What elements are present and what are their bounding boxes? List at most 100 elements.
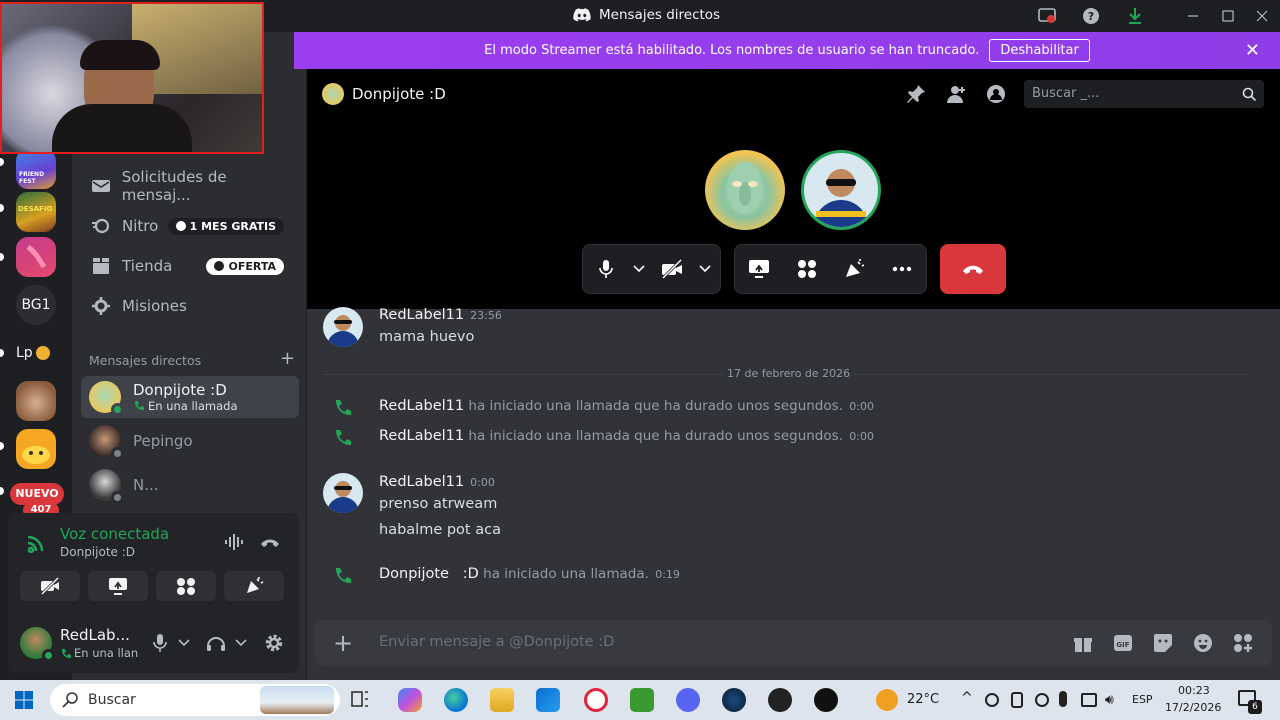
soundboard-wave-icon[interactable] xyxy=(224,533,244,551)
screen-share-button[interactable] xyxy=(88,571,148,601)
gif-icon[interactable]: GIF xyxy=(1112,632,1134,654)
tray-mic-icon[interactable] xyxy=(1059,691,1067,707)
soundboard-button[interactable] xyxy=(831,245,879,293)
settings-gear-icon[interactable] xyxy=(264,633,284,653)
discord-taskbar-icon[interactable] xyxy=(676,688,700,712)
message-avatar[interactable] xyxy=(323,473,363,513)
dm-item-pepingo[interactable]: Pepingo xyxy=(81,420,299,462)
message-avatar[interactable] xyxy=(323,307,363,347)
message-author-name[interactable]: RedLabel11 xyxy=(379,474,464,490)
server-bg1[interactable]: BG1 xyxy=(16,285,56,325)
tray-monitor-icon[interactable] xyxy=(1081,693,1097,707)
weather-moon-icon[interactable] xyxy=(876,689,898,711)
sticker-icon[interactable] xyxy=(1152,632,1174,654)
screen-record-icon[interactable] xyxy=(1037,6,1057,26)
close-window-icon[interactable] xyxy=(1252,6,1272,26)
add-dm-icon[interactable]: + xyxy=(280,350,295,368)
server-friend-fest[interactable]: FRIEND FEST xyxy=(16,149,56,189)
pin-icon[interactable] xyxy=(905,83,927,105)
chevron-down-icon[interactable] xyxy=(178,639,190,647)
outlook-icon[interactable] xyxy=(536,688,560,712)
task-view-icon[interactable] xyxy=(349,688,373,712)
camera-toggle-button[interactable] xyxy=(20,571,80,601)
gift-icon[interactable] xyxy=(1072,632,1094,654)
tray-network-icon[interactable] xyxy=(1035,693,1049,707)
steam-icon[interactable] xyxy=(722,688,746,712)
call-participant-avatar-self[interactable] xyxy=(801,150,881,230)
server-yellow[interactable] xyxy=(16,429,56,469)
tray-device-icon[interactable] xyxy=(1011,692,1023,708)
server-desafio[interactable]: DESAFIO xyxy=(16,192,56,232)
help-icon[interactable]: ? xyxy=(1081,6,1101,26)
emoji-icon[interactable] xyxy=(1192,632,1214,654)
user-name[interactable]: RedLab... xyxy=(60,626,130,644)
message-author[interactable]: RedLabel11 0:00 xyxy=(379,474,495,490)
system-message-author[interactable]: Donpijote :D xyxy=(379,566,479,582)
obs-icon[interactable] xyxy=(768,688,792,712)
sidebar-item-nitro[interactable]: Nitro 1 MES GRATIS xyxy=(86,207,298,245)
weather-temperature[interactable]: 22°C xyxy=(907,692,939,707)
windows-start-icon[interactable] xyxy=(15,691,33,709)
headphones-icon[interactable] xyxy=(206,634,226,652)
message-composer[interactable]: + Enviar mensaje a @Donpijote :D GIF xyxy=(315,620,1272,666)
user-avatar[interactable] xyxy=(20,627,55,662)
search-input[interactable]: Buscar _... xyxy=(1024,80,1264,108)
server-lp[interactable]: Lp xyxy=(16,333,56,373)
tray-clock-date[interactable]: 17/2/2026 xyxy=(1165,701,1221,714)
camera-options-button[interactable] xyxy=(695,245,715,293)
activities-button[interactable] xyxy=(156,571,216,601)
minimize-icon[interactable] xyxy=(1183,6,1203,26)
microphone-icon[interactable] xyxy=(153,633,167,653)
microphone-icon xyxy=(599,260,613,278)
tray-record-icon[interactable] xyxy=(985,693,999,707)
app-icon[interactable] xyxy=(814,688,838,712)
taskbar-search-input[interactable]: Buscar xyxy=(50,684,340,716)
disconnect-icon[interactable] xyxy=(260,535,280,549)
unread-pip xyxy=(0,349,4,357)
more-options-button[interactable] xyxy=(878,245,926,293)
server-pink[interactable] xyxy=(16,237,56,277)
message-author-name[interactable]: RedLabel11 xyxy=(379,307,464,323)
message-author[interactable]: RedLabel11 23:56 xyxy=(379,307,502,323)
tray-clock-time[interactable]: 00:23 xyxy=(1178,684,1210,697)
close-icon[interactable]: ✕ xyxy=(1245,40,1260,61)
sidebar-item-shop[interactable]: Tienda OFERTA xyxy=(86,247,298,285)
soundboard-button[interactable] xyxy=(224,571,284,601)
edge-browser-icon[interactable] xyxy=(444,688,468,712)
dm-item-n[interactable]: N... xyxy=(81,464,299,506)
system-message-text: ha iniciado una llamada que ha durado un… xyxy=(468,398,843,414)
new-badge[interactable]: NUEVO xyxy=(10,483,64,505)
dm-item-donpijote[interactable]: Donpijote :D En una llamada xyxy=(81,376,299,418)
server-hamster[interactable] xyxy=(16,381,56,421)
system-message-author[interactable]: RedLabel11 xyxy=(379,398,464,414)
call-participant-avatar[interactable] xyxy=(705,150,785,230)
camera-button[interactable] xyxy=(649,245,695,293)
hang-up-button[interactable] xyxy=(940,244,1006,294)
add-friend-icon[interactable] xyxy=(945,83,967,105)
system-message: RedLabel11 ha iniciado una llamada que h… xyxy=(379,398,874,414)
opera-icon[interactable] xyxy=(584,688,608,712)
minecraft-icon[interactable] xyxy=(630,688,654,712)
voice-signal-icon[interactable] xyxy=(26,531,48,553)
attach-plus-icon[interactable]: + xyxy=(333,631,353,655)
file-explorer-icon[interactable] xyxy=(490,688,514,712)
tray-volume-icon[interactable]: 🔊︎ xyxy=(1105,692,1114,708)
system-message-author[interactable]: RedLabel11 xyxy=(379,428,464,444)
disable-streamer-button[interactable]: Deshabilitar xyxy=(989,39,1090,62)
screen-share-button[interactable] xyxy=(735,245,783,293)
mic-options-button[interactable] xyxy=(629,245,649,293)
mute-button[interactable] xyxy=(583,245,629,293)
voice-channel[interactable]: Donpijote :D xyxy=(60,545,135,559)
activities-button[interactable] xyxy=(783,245,831,293)
sidebar-item-quests[interactable]: Misiones xyxy=(86,287,298,325)
copilot-icon[interactable] xyxy=(398,688,422,712)
tray-chevron-up-icon[interactable]: ^ xyxy=(961,690,973,706)
voice-status[interactable]: Voz conectada xyxy=(60,525,169,543)
user-profile-icon[interactable] xyxy=(985,83,1007,105)
download-icon[interactable] xyxy=(1125,6,1145,26)
sidebar-item-message-requests[interactable]: Solicitudes de mensaj... xyxy=(86,167,298,205)
chevron-down-icon[interactable] xyxy=(235,639,247,647)
apps-icon[interactable] xyxy=(1232,632,1254,654)
tray-language[interactable]: ESP xyxy=(1132,693,1153,706)
maximize-icon[interactable] xyxy=(1218,6,1238,26)
